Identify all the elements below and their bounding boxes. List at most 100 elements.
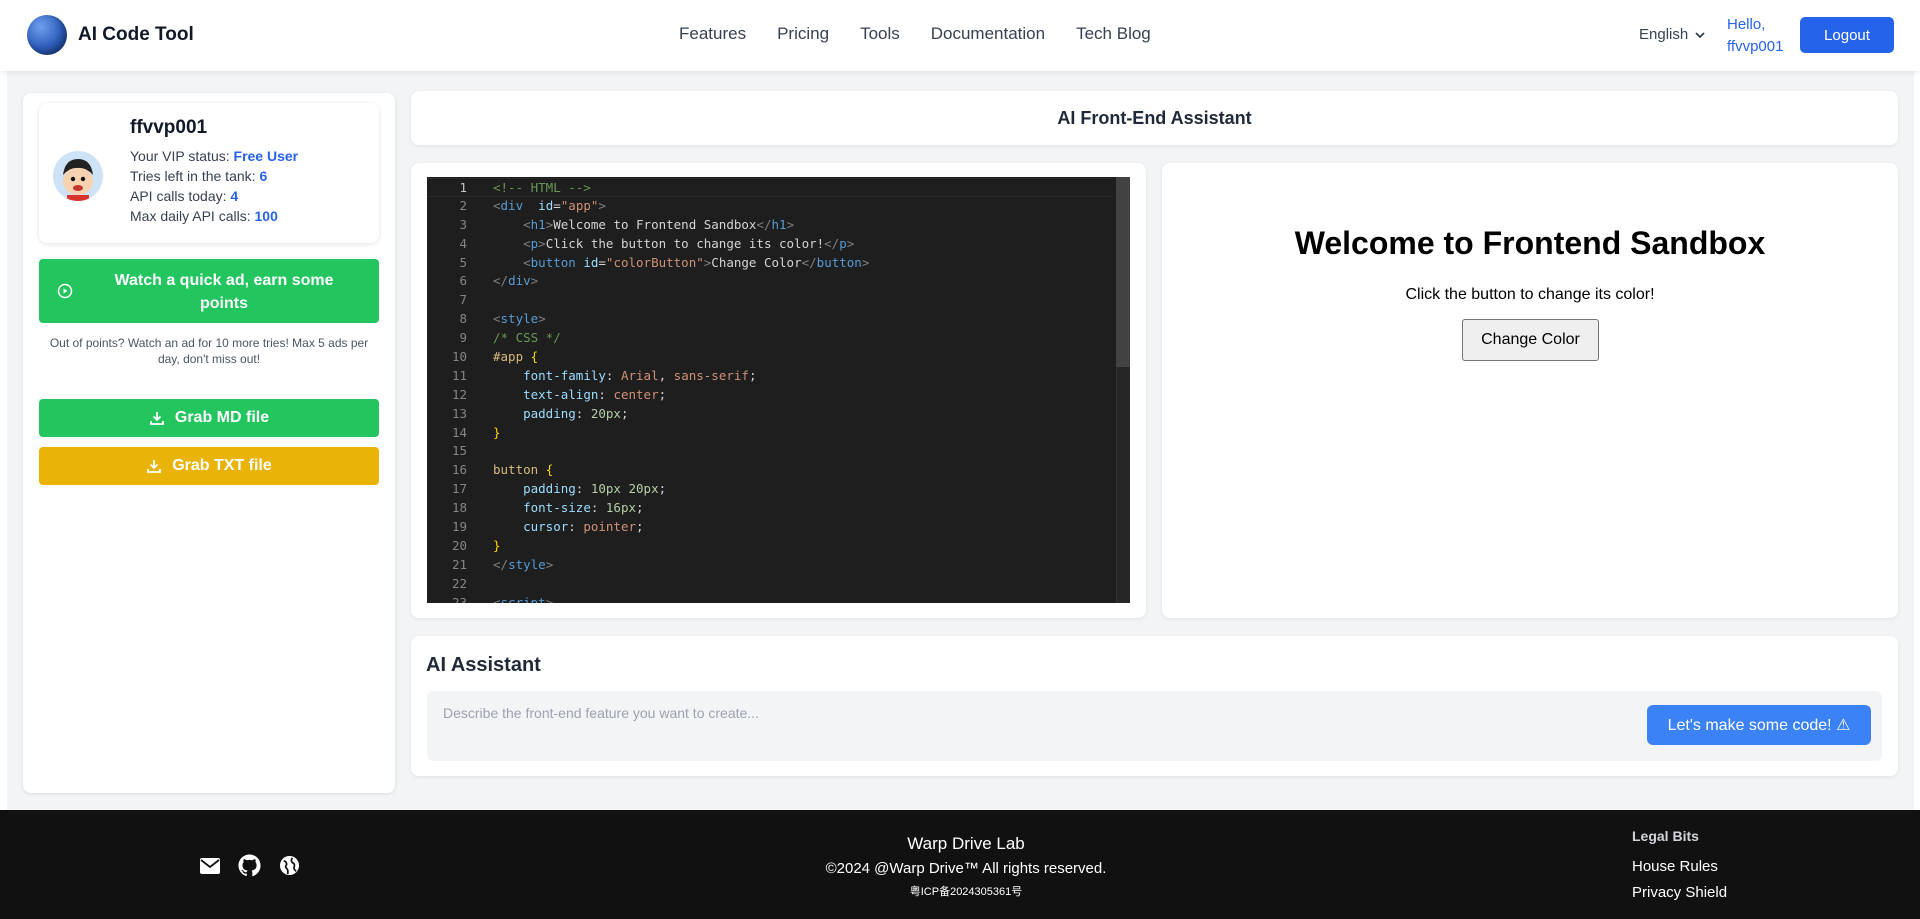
prompt-input[interactable]: Describe the front-end feature you want … xyxy=(443,705,759,721)
code-line[interactable]: 7 xyxy=(427,291,1113,310)
code-token: , xyxy=(658,367,674,383)
line-number: 21 xyxy=(451,556,467,572)
code-line[interactable]: 23 <script> xyxy=(427,594,1113,603)
language-selector[interactable]: English xyxy=(1639,26,1706,43)
code-token: : xyxy=(605,367,621,383)
code-token: > xyxy=(545,594,554,603)
chevron-down-icon xyxy=(1695,31,1705,38)
code-line[interactable]: 6 </div> xyxy=(427,272,1113,291)
code-line[interactable]: 17 padding: 10px 20px; xyxy=(427,480,1113,499)
watch-ad-button[interactable]: Watch a quick ad, earn some points xyxy=(39,259,379,323)
ai-assistant-panel: AI Assistant Describe the front-end feat… xyxy=(411,636,1898,776)
code-token: p xyxy=(839,235,847,251)
line-number: 12 xyxy=(451,386,467,402)
code-token: </ xyxy=(493,556,509,572)
code-line[interactable]: 15 xyxy=(427,442,1113,461)
code-text: button { xyxy=(493,461,553,480)
code-text: /* CSS */ xyxy=(493,329,561,348)
code-token: > xyxy=(545,556,554,572)
logo-icon[interactable] xyxy=(27,15,67,55)
code-line[interactable]: 19 cursor: pointer; xyxy=(427,518,1113,537)
privacy-shield-link[interactable]: Privacy Shield xyxy=(1632,884,1727,901)
nav-tech-blog[interactable]: Tech Blog xyxy=(1076,24,1151,44)
footer-social-icons xyxy=(198,854,301,877)
code-line[interactable]: 12 text-align: center; xyxy=(427,386,1113,405)
max-daily-api-value: 100 xyxy=(254,208,278,224)
code-line[interactable]: 5 <button id="colorButton">Change Color<… xyxy=(427,254,1113,273)
line-number: 22 xyxy=(451,575,467,591)
code-token: ; xyxy=(636,500,644,516)
nav-features[interactable]: Features xyxy=(679,24,746,44)
preview-change-color-button[interactable]: Change Color xyxy=(1462,319,1599,361)
greeting-text: Hello, xyxy=(1727,16,1766,33)
code-token: style xyxy=(508,556,546,572)
code-line[interactable]: 1 <!-- HTML --> xyxy=(427,178,1113,197)
code-text: text-align: center; xyxy=(493,386,666,405)
line-number: 14 xyxy=(451,424,467,440)
grab-md-button[interactable]: Grab MD file xyxy=(39,399,379,437)
nav-tools[interactable]: Tools xyxy=(860,24,900,44)
code-token: = xyxy=(598,254,606,270)
code-line[interactable]: 8 <style> xyxy=(427,310,1113,329)
code-token: < xyxy=(523,216,531,232)
line-number: 19 xyxy=(451,519,467,535)
user-greeting: Hello, ffvvp001 xyxy=(1727,14,1797,58)
code-line[interactable]: 16 button { xyxy=(427,461,1113,480)
code-line[interactable]: 11 font-family: Arial, sans-serif; xyxy=(427,367,1113,386)
grab-txt-button[interactable]: Grab TXT file xyxy=(39,447,379,485)
tries-left: Tries left in the tank: 6 xyxy=(130,168,267,184)
code-token: : xyxy=(598,386,614,402)
code-line[interactable]: 10 #app { xyxy=(427,348,1113,367)
code-token: id xyxy=(583,254,599,270)
prompt-input-box[interactable]: Describe the front-end feature you want … xyxy=(427,691,1882,761)
code-token: < xyxy=(523,254,531,270)
code-line[interactable]: 4 <p>Click the button to change its colo… xyxy=(427,235,1113,254)
brand-name[interactable]: AI Code Tool xyxy=(78,24,194,46)
code-line[interactable]: 18 font-size: 16px; xyxy=(427,499,1113,518)
globe-icon[interactable] xyxy=(278,854,301,877)
code-token: > xyxy=(538,235,546,251)
code-editor[interactable]: 1 <!-- HTML --> 2 <div id="app"> 3 <h1>Welco… xyxy=(427,177,1130,603)
line-number: 6 xyxy=(459,273,467,289)
code-line[interactable]: 9 /* CSS */ xyxy=(427,329,1113,348)
nav-documentation[interactable]: Documentation xyxy=(931,24,1045,44)
generate-code-button[interactable]: Let's make some code! ⚠ xyxy=(1647,705,1871,745)
line-number: 7 xyxy=(459,292,467,308)
code-line[interactable]: 21 </style> xyxy=(427,556,1113,575)
editor-scrollbar[interactable] xyxy=(1116,177,1130,603)
code-line[interactable]: 3 <h1>Welcome to Frontend Sandbox</h1> xyxy=(427,216,1113,235)
logout-button[interactable]: Logout xyxy=(1800,17,1894,53)
footer-legal: Legal Bits House Rules Privacy Shield xyxy=(1632,828,1727,910)
code-token: script xyxy=(500,594,546,603)
ai-assistant-title: AI Assistant xyxy=(426,654,541,676)
greeting-username: ffvvp001 xyxy=(1727,38,1784,55)
code-line[interactable]: 2 <div id="app"> xyxy=(427,197,1113,216)
code-token: id xyxy=(538,197,554,213)
download-icon xyxy=(147,460,162,473)
house-rules-link[interactable]: House Rules xyxy=(1632,858,1727,875)
code-token: text-align xyxy=(523,386,599,402)
github-icon[interactable] xyxy=(238,854,261,877)
editor-scrollbar-thumb[interactable] xyxy=(1116,177,1130,367)
line-number: 15 xyxy=(451,443,467,459)
nav-pricing[interactable]: Pricing xyxy=(777,24,829,44)
left-edge xyxy=(0,71,7,810)
line-number: 8 xyxy=(459,311,467,327)
code-token: Arial xyxy=(620,367,659,383)
mail-icon[interactable] xyxy=(198,854,221,877)
code-line[interactable]: 22 xyxy=(427,575,1113,594)
code-token: > xyxy=(538,311,546,327)
code-line[interactable]: 13 padding: 20px; xyxy=(427,405,1113,424)
code-lines[interactable]: 1 <!-- HTML --> 2 <div id="app"> 3 <h1>Welco… xyxy=(427,178,1113,603)
code-token: font-family xyxy=(523,367,606,383)
footer-icp[interactable]: 粤ICP备2024305361号 xyxy=(766,883,1166,899)
code-line[interactable]: 14} xyxy=(427,424,1113,443)
play-circle-icon xyxy=(57,283,73,299)
code-line[interactable]: 20} xyxy=(427,537,1113,556)
api-calls-today: API calls today: 4 xyxy=(130,188,238,204)
